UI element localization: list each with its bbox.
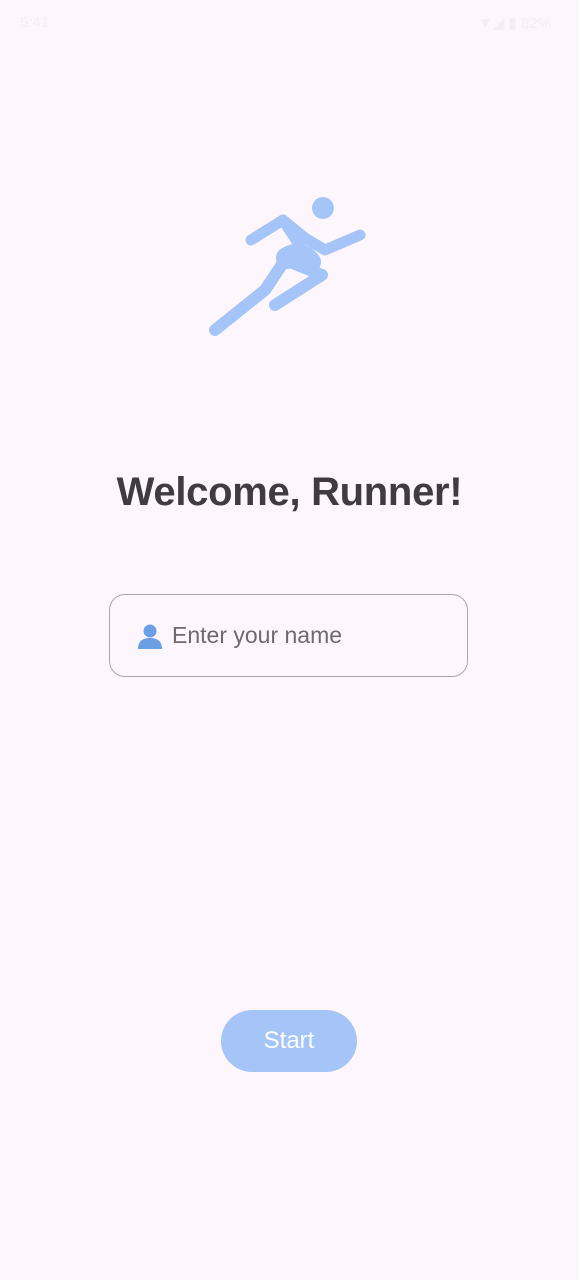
name-field[interactable] (109, 594, 468, 677)
page-title: Welcome, Runner! (116, 470, 463, 514)
status-indicators: ▼◢ ▮ 82% (478, 15, 551, 32)
start-button[interactable]: Start (221, 1010, 357, 1072)
name-input[interactable] (172, 595, 452, 675)
status-bar: 5:41 ▼◢ ▮ 82% (0, 0, 579, 48)
running-person-icon (209, 197, 366, 336)
person-icon (138, 624, 162, 649)
status-time: 5:41 (20, 14, 50, 31)
